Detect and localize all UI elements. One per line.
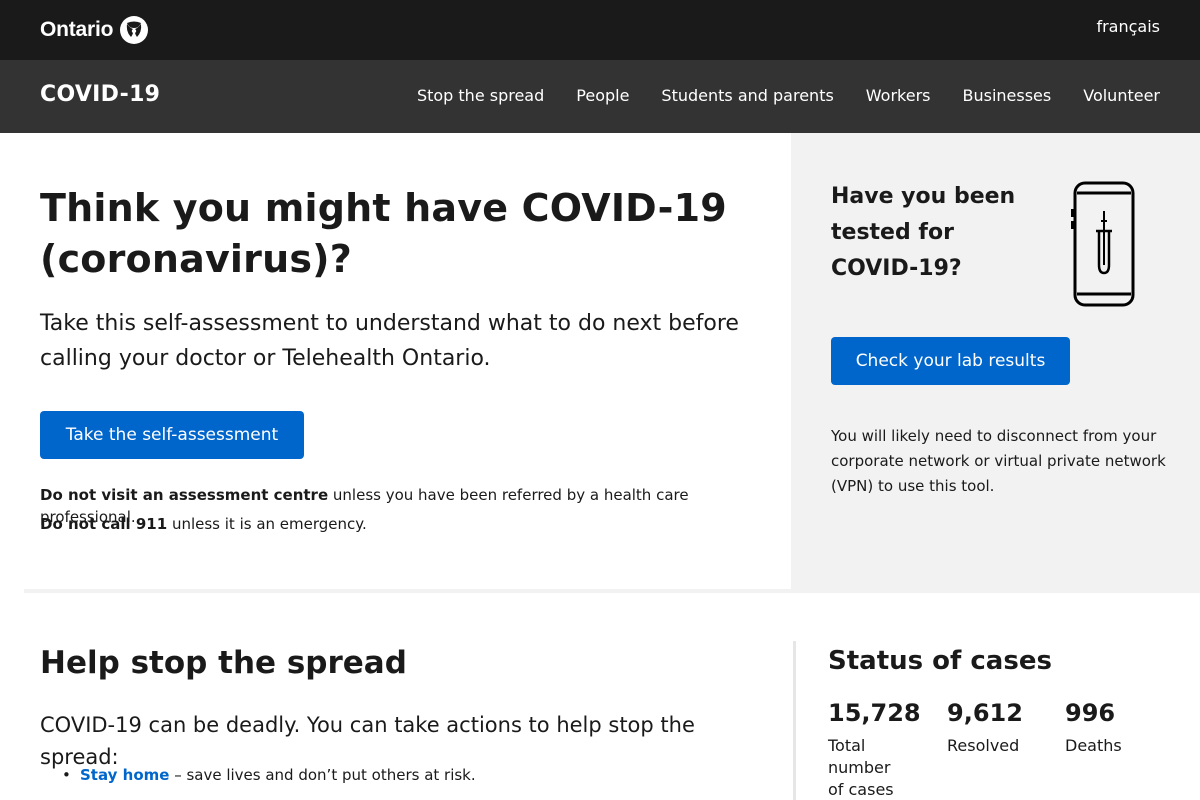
- emergency-call-warning-bold: Do not call 911: [40, 515, 168, 533]
- nav-link-businesses[interactable]: Businesses: [963, 86, 1052, 105]
- emergency-call-warning-text: unless it is an emergency.: [167, 515, 367, 533]
- list-item: Stay home – save lives and don’t put oth…: [62, 764, 780, 786]
- self-assessment-section: Think you might have COVID-19 (coronavir…: [0, 133, 791, 589]
- lab-results-heading: Have you been tested for COVID-19?: [831, 184, 1016, 281]
- emergency-call-warning: Do not call 911 unless it is an emergenc…: [40, 513, 780, 535]
- nav-link-workers[interactable]: Workers: [866, 86, 931, 105]
- nav-link-volunteer[interactable]: Volunteer: [1083, 86, 1160, 105]
- main-nav: Stop the spread People Students and pare…: [385, 86, 1160, 105]
- status-of-cases-heading: Status of cases: [828, 646, 1052, 676]
- vpn-note: You will likely need to disconnect from …: [831, 427, 1166, 495]
- nav-link-students-and-parents[interactable]: Students and parents: [661, 86, 833, 105]
- assessment-centre-warning-bold: Do not visit an assessment centre: [40, 486, 329, 504]
- nav-link-people[interactable]: People: [576, 86, 629, 105]
- stat-value: 996: [1065, 699, 1116, 727]
- stat-label: Total number of cases: [828, 736, 894, 799]
- stay-home-link[interactable]: Stay home: [80, 766, 169, 784]
- top-bar: Ontario français: [0, 0, 1200, 60]
- spread-actions-list: Stay home – save lives and don’t put oth…: [62, 764, 780, 786]
- lab-results-panel: Have you been tested for COVID-19? Check…: [791, 133, 1200, 589]
- ontario-logo-text: Ontario: [40, 18, 114, 41]
- lab-test-phone-icon: [1071, 181, 1135, 307]
- stat-label: Deaths: [1065, 736, 1122, 755]
- status-divider: [793, 641, 796, 800]
- site-nav-bar: COVID-19 Stop the spread People Students…: [0, 60, 1200, 133]
- ontario-logo-link[interactable]: Ontario: [40, 15, 149, 45]
- stay-home-text: – save lives and don’t put others at ris…: [169, 766, 476, 784]
- check-lab-results-button[interactable]: Check your lab results: [831, 337, 1070, 385]
- site-title-link[interactable]: COVID-19: [40, 82, 160, 107]
- stat-resolved: 9,612 Resolved: [947, 697, 1065, 800]
- page-title: Think you might have COVID-19 (coronavir…: [40, 186, 727, 281]
- section-divider: [24, 589, 1200, 593]
- stat-total-cases: 15,728 Total number of cases: [828, 697, 947, 800]
- take-self-assessment-button[interactable]: Take the self-assessment: [40, 411, 304, 459]
- self-assessment-intro: Take this self-assessment to understand …: [40, 311, 739, 371]
- stop-the-spread-heading: Help stop the spread: [40, 645, 407, 681]
- stat-deaths: 996 Deaths: [1065, 697, 1168, 800]
- ontario-trillium-logo-icon: [120, 16, 149, 44]
- stat-value: 9,612: [947, 699, 1023, 727]
- nav-link-stop-the-spread[interactable]: Stop the spread: [417, 86, 544, 105]
- stat-label: Resolved: [947, 736, 1020, 755]
- stat-value: 15,728: [828, 699, 921, 727]
- language-toggle-link[interactable]: français: [1096, 17, 1160, 36]
- case-stats: 15,728 Total number of cases 9,612 Resol…: [828, 697, 1168, 800]
